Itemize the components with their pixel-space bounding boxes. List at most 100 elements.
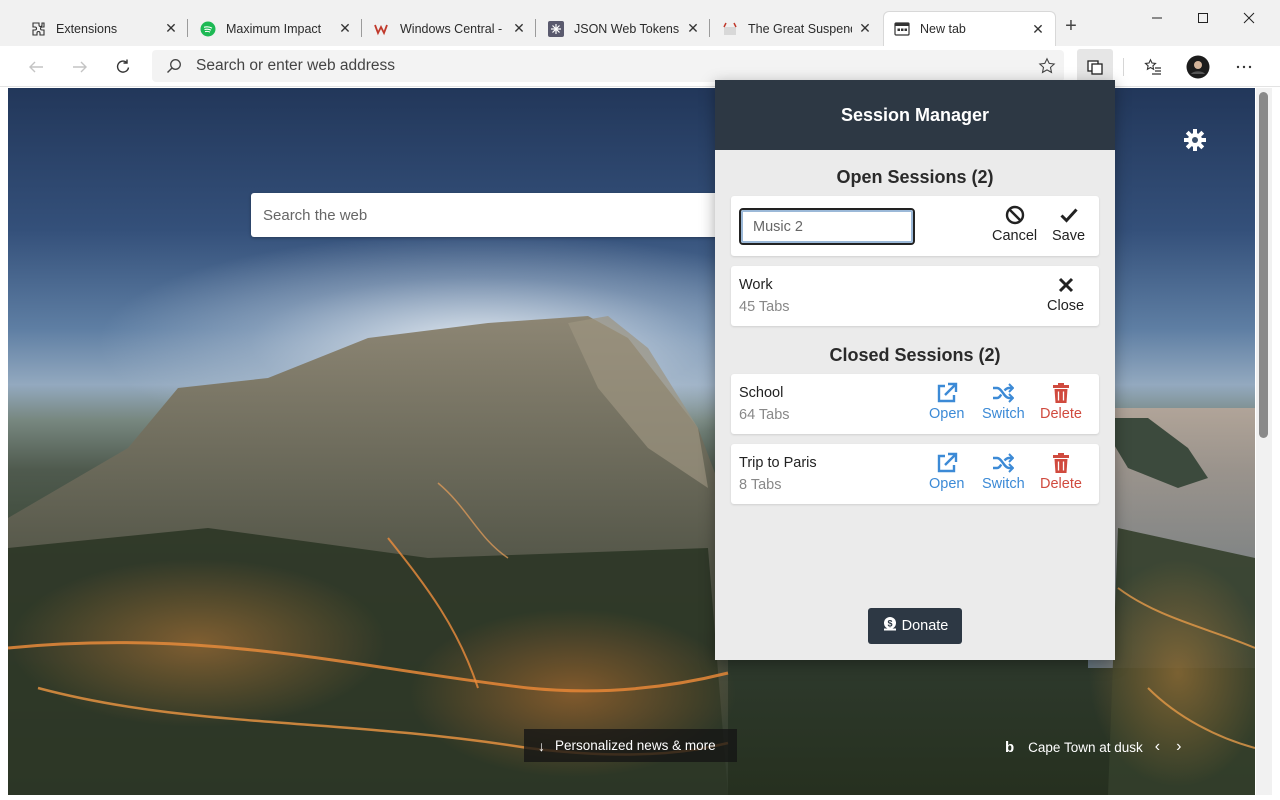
web-search-placeholder: Search the web: [263, 206, 368, 224]
delete-session-button[interactable]: Delete: [1040, 382, 1082, 422]
delete-label: Delete: [1040, 406, 1082, 422]
session-tab-count: 45 Tabs: [739, 299, 790, 315]
shuffle-icon: [992, 452, 1015, 474]
external-link-icon: [936, 382, 958, 404]
cancel-button[interactable]: Cancel: [992, 204, 1037, 244]
tab-separator: [535, 19, 536, 37]
forward-button[interactable]: [65, 52, 95, 82]
page-settings-button[interactable]: [1182, 127, 1208, 153]
check-icon: [1059, 204, 1079, 226]
close-window-button[interactable]: [1226, 6, 1272, 30]
tab-extensions[interactable]: Extensions ✕: [8, 11, 188, 46]
tab-title: Maximum Impact: [226, 21, 322, 36]
session-name: Trip to Paris: [739, 455, 817, 471]
donate-label: Donate: [901, 618, 949, 634]
cancel-label: Cancel: [992, 228, 1038, 244]
tab-title: New tab: [920, 22, 966, 36]
save-button[interactable]: Save: [1052, 204, 1085, 244]
profile-button[interactable]: [1183, 52, 1213, 82]
tab-new-tab[interactable]: New tab ✕: [883, 11, 1056, 46]
suspender-icon: [722, 21, 738, 37]
settings-and-more-button[interactable]: [1229, 52, 1259, 82]
news-button-label: Personalized news & more: [555, 738, 716, 753]
close-session-button[interactable]: Close: [1047, 274, 1084, 314]
open-label: Open: [929, 406, 965, 422]
tab-separator: [361, 19, 362, 37]
save-label: Save: [1052, 228, 1086, 244]
personalized-news-button[interactable]: ↓ Personalized news & more: [524, 729, 737, 762]
new-session-card: Cancel Save: [731, 196, 1099, 256]
closed-sessions-heading: Closed Sessions (2): [829, 345, 1001, 365]
minimize-icon: [1152, 17, 1162, 19]
back-button[interactable]: [21, 52, 51, 82]
arrow-down-icon: ↓: [538, 737, 545, 754]
close-tab-icon[interactable]: ✕: [164, 20, 178, 37]
svg-text:$: $: [887, 619, 892, 629]
spotify-icon: [200, 21, 216, 37]
close-icon: [1057, 274, 1075, 296]
close-icon: [1243, 12, 1255, 24]
scrollbar-thumb[interactable]: [1259, 92, 1268, 438]
tab-strip: Extensions ✕ Maximum Impact ✕ Windows Ce…: [0, 0, 1280, 46]
page-scrollbar[interactable]: [1256, 88, 1272, 795]
popup-header: Session Manager: [715, 80, 1115, 150]
web-search-box[interactable]: Search the web: [251, 193, 721, 237]
close-tab-icon[interactable]: ✕: [686, 20, 700, 37]
jwt-icon: [548, 20, 564, 37]
session-name-input[interactable]: [739, 208, 915, 245]
switch-session-button[interactable]: Switch: [982, 452, 1025, 492]
tab-title: Extensions: [56, 21, 118, 36]
delete-session-button[interactable]: Delete: [1040, 452, 1082, 492]
tab-great-suspender[interactable]: The Great Suspende ✕: [712, 11, 882, 46]
tab-separator: [709, 19, 710, 37]
switch-label: Switch: [982, 476, 1025, 492]
close-tab-icon[interactable]: ✕: [858, 20, 872, 37]
maximize-button[interactable]: [1180, 6, 1226, 30]
switch-session-button[interactable]: Switch: [982, 382, 1025, 422]
closed-session-item: School 64 Tabs Open Switch Delete: [731, 374, 1099, 434]
closed-session-item: Trip to Paris 8 Tabs Open Switch Delete: [731, 444, 1099, 504]
photo-caption[interactable]: Cape Town at dusk: [1028, 740, 1143, 755]
newtab-icon: [894, 21, 910, 37]
refresh-button[interactable]: [108, 52, 138, 82]
star-icon[interactable]: [1038, 57, 1056, 75]
close-tab-icon[interactable]: ✕: [512, 20, 526, 37]
session-tab-count: 64 Tabs: [739, 407, 790, 423]
open-session-button[interactable]: Open: [929, 382, 964, 422]
session-name: Work: [739, 277, 773, 293]
favorites-button[interactable]: [1138, 52, 1168, 82]
open-sessions-heading: Open Sessions (2): [836, 167, 994, 187]
tab-maximum-impact[interactable]: Maximum Impact ✕: [190, 11, 362, 46]
external-link-icon: [936, 452, 958, 474]
close-tab-icon[interactable]: ✕: [1031, 21, 1045, 38]
tab-json-web-tokens[interactable]: JSON Web Tokens - ✕: [538, 11, 710, 46]
donate-icon: $: [882, 616, 898, 636]
city-lights-glow: [8, 558, 388, 728]
session-manager-popup: Session Manager Open Sessions (2) Cancel…: [715, 80, 1115, 660]
photo-info: b Cape Town at dusk ‹ ›: [1005, 737, 1181, 757]
bing-logo-icon: b: [1005, 738, 1015, 756]
session-name: School: [739, 385, 784, 401]
avatar: [1186, 55, 1210, 79]
address-bar[interactable]: Search or enter web address: [152, 50, 1064, 82]
close-tab-icon[interactable]: ✕: [338, 20, 352, 37]
tab-windows-central[interactable]: Windows Central - N ✕: [364, 11, 536, 46]
donate-button[interactable]: $ Donate: [868, 608, 962, 644]
tab-separator: [187, 19, 188, 37]
chevron-left-icon[interactable]: ‹: [1155, 738, 1160, 756]
tab-title: JSON Web Tokens -: [574, 21, 680, 36]
forward-arrow-icon: [73, 61, 87, 73]
tab-title: Windows Central - N: [400, 21, 506, 36]
trash-icon: [1052, 452, 1070, 474]
toolbar-divider: [1123, 58, 1124, 76]
switch-label: Switch: [982, 406, 1025, 422]
address-placeholder: Search or enter web address: [196, 57, 396, 74]
new-tab-button[interactable]: +: [1060, 16, 1082, 38]
chevron-right-icon[interactable]: ›: [1176, 738, 1181, 756]
gear-icon: [1184, 129, 1206, 151]
open-session-button[interactable]: Open: [929, 452, 964, 492]
shuffle-icon: [992, 382, 1015, 404]
maximize-icon: [1198, 13, 1208, 23]
ban-icon: [1005, 204, 1025, 226]
minimize-button[interactable]: [1134, 6, 1180, 30]
